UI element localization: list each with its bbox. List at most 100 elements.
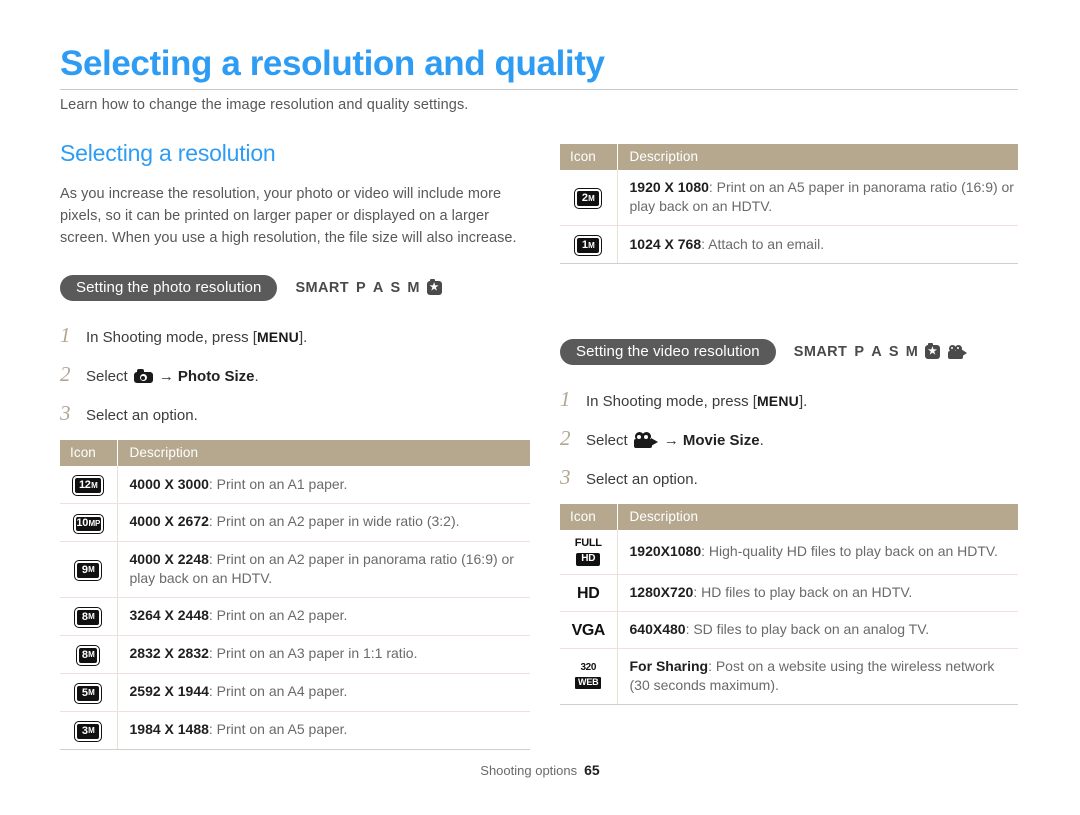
- step-item: 1 In Shooting mode, press [MENU].: [560, 387, 1018, 412]
- step-text: In Shooting mode, press [MENU].: [586, 391, 807, 412]
- step-text: Select → Movie Size.: [586, 431, 764, 451]
- resolution-description: For Sharing: Post on a website using the…: [617, 648, 1018, 705]
- arrow-glyph: →: [158, 368, 174, 385]
- step-number: 3: [60, 401, 71, 425]
- resolution-value: 4000 X 2672: [129, 513, 209, 530]
- step-prefix: Select: [586, 432, 632, 449]
- camcorder-icon: [947, 345, 968, 359]
- step-prefix: In Shooting mode, press [: [586, 393, 757, 410]
- photo-resolution-section-header: Setting the photo resolution SMART P A S…: [60, 275, 530, 301]
- resolution-badge-cell: 12 M: [60, 466, 118, 504]
- camera-star-icon: [925, 343, 941, 359]
- vga-icon: VGA: [571, 621, 606, 639]
- resolution-description: 1920 X 1080: Print on an A5 paper in pan…: [617, 170, 1018, 226]
- resolution-note: : Attach to an email.: [701, 235, 825, 252]
- photo-resolution-table: Icon Description 12 M 4000 X 3000: Print …: [60, 440, 530, 750]
- table-row: VGA 640X480: SD files to play back on an…: [560, 611, 1018, 649]
- resolution-value: 1024 X 768: [629, 235, 702, 252]
- badge-top-text: FULL: [574, 537, 602, 549]
- video-resolution-pill: Setting the video resolution: [560, 339, 776, 365]
- resolution-value: 2832 X 2832: [129, 645, 209, 661]
- table-row: 9M 4000 X 2248: Print on an A2 paper in …: [60, 541, 530, 598]
- mode-a: A: [871, 344, 882, 360]
- resolution-note: : High-quality HD files to play back on …: [701, 543, 998, 559]
- page-header: Selecting a resolution and quality: [60, 44, 1018, 90]
- badge-suffix: M: [88, 726, 95, 735]
- table-row: HD 1280X720: HD files to play back on an…: [560, 574, 1018, 612]
- step-item: 1 In Shooting mode, press [MENU].: [60, 323, 530, 348]
- badge-suffix: M: [588, 193, 595, 203]
- resolution-description: 2832 X 2832: Print on an A3 paper in 1:1…: [117, 635, 530, 674]
- resolution-badge-3m: 3M: [74, 720, 103, 742]
- video-resolution-table: Icon Description FULL HD 1920X1080: High…: [560, 504, 1018, 705]
- step-number: 2: [560, 426, 571, 450]
- step-number: 1: [560, 387, 571, 411]
- photo-camera-icon: [133, 369, 153, 383]
- step-item: 3 Select an option.: [60, 401, 530, 426]
- table-row: 5M 2592 X 1944: Print on an A4 paper.: [60, 673, 530, 712]
- menu-key-label: MENU: [756, 393, 799, 409]
- step-text: In Shooting mode, press [MENU].: [86, 327, 307, 348]
- page-title: Selecting a resolution and quality: [60, 44, 605, 83]
- resolution-badge-cell: 10 MP: [60, 503, 118, 542]
- resolution-badge-cell: 8M: [60, 597, 118, 636]
- badge-number: 10: [76, 517, 89, 529]
- table-row: 12 M 4000 X 3000: Print on an A1 paper.: [60, 466, 530, 504]
- resolution-badge-cell: HD: [560, 574, 618, 612]
- resolution-value: 1280X720: [629, 584, 694, 600]
- hd-icon: HD: [576, 584, 600, 602]
- resolution-note: : Print on an A2 paper in wide ratio (3:…: [208, 513, 460, 530]
- resolution-description: 1984 X 1488: Print on an A5 paper.: [117, 711, 530, 750]
- column-header-icon: Icon: [560, 504, 617, 530]
- video-resolution-section-header: Setting the video resolution SMART P A S…: [560, 339, 1018, 365]
- menu-item-photo-size: Photo Size: [177, 368, 255, 385]
- resolution-badge-12m: 12 M: [72, 475, 105, 496]
- photo-resolution-pill: Setting the photo resolution: [60, 275, 278, 301]
- resolution-badge-2m: 2M: [574, 188, 603, 209]
- step-suffix: .: [759, 432, 764, 449]
- table-header-row: Icon Description: [60, 440, 530, 466]
- resolution-value: For Sharing: [629, 658, 709, 674]
- table-header-row: Icon Description: [560, 144, 1018, 170]
- badge-suffix: M: [88, 612, 95, 621]
- table-row: 320 WEB For Sharing: Post on a website u…: [560, 648, 1018, 705]
- resolution-value: 1984 X 1488: [129, 721, 209, 737]
- footer-label: Shooting options: [480, 763, 578, 778]
- resolution-note: : SD files to play back on an analog TV.: [685, 621, 930, 637]
- resolution-note: : Print on an A3 paper in 1:1 ratio.: [208, 645, 418, 661]
- step-number: 1: [60, 323, 71, 347]
- section-body: As you increase the resolution, your pho…: [60, 186, 517, 246]
- step-suffix: ].: [798, 393, 808, 410]
- step-text: Select → Photo Size.: [86, 367, 259, 387]
- mode-a: A: [372, 280, 384, 296]
- arrow-glyph: →: [663, 432, 679, 449]
- table-row: 10 MP 4000 X 2672: Print on an A2 paper i…: [60, 503, 530, 542]
- resolution-description: 4000 X 2248: Print on an A2 paper in pan…: [117, 541, 530, 598]
- table-row: 3M 1984 X 1488: Print on an A5 paper.: [60, 711, 530, 750]
- resolution-description: 1280X720: HD files to play back on an HD…: [617, 574, 1018, 612]
- table-header-row: Icon Description: [560, 504, 1018, 530]
- resolution-badge-cell: VGA: [560, 611, 618, 649]
- resolution-description: 1920X1080: High-quality HD files to play…: [617, 530, 1018, 575]
- title-divider: [60, 88, 1018, 90]
- page-footer: Shooting options 65: [0, 762, 1080, 778]
- column-header-icon: Icon: [60, 440, 117, 466]
- full-hd-icon: FULL HD: [575, 538, 602, 566]
- table-row: 8M 2832 X 2832: Print on an A3 paper in …: [60, 635, 530, 674]
- resolution-description: 4000 X 3000: Print on an A1 paper.: [117, 466, 530, 504]
- mode-p: P: [356, 280, 366, 296]
- resolution-badge-cell: 9M: [60, 541, 118, 598]
- resolution-note: : Print on an A2 paper.: [208, 607, 348, 623]
- badge-suffix: M: [88, 565, 95, 574]
- resolution-value: 1920X1080: [629, 543, 702, 559]
- resolution-badge-9m: 9M: [74, 559, 103, 581]
- left-column: Selecting a resolution As you increase t…: [60, 140, 530, 750]
- badge-suffix: M: [88, 650, 95, 659]
- resolution-note: : HD files to play back on an HDTV.: [693, 584, 913, 600]
- mode-m: M: [905, 344, 919, 360]
- step-item: 2 Select → Movie Size.: [560, 426, 1018, 451]
- step-text: Select an option.: [86, 407, 198, 424]
- badge-top-text: 320: [580, 662, 597, 673]
- table-row: 8M 3264 X 2448: Print on an A2 paper.: [60, 597, 530, 636]
- movie-camera-icon: [633, 432, 658, 448]
